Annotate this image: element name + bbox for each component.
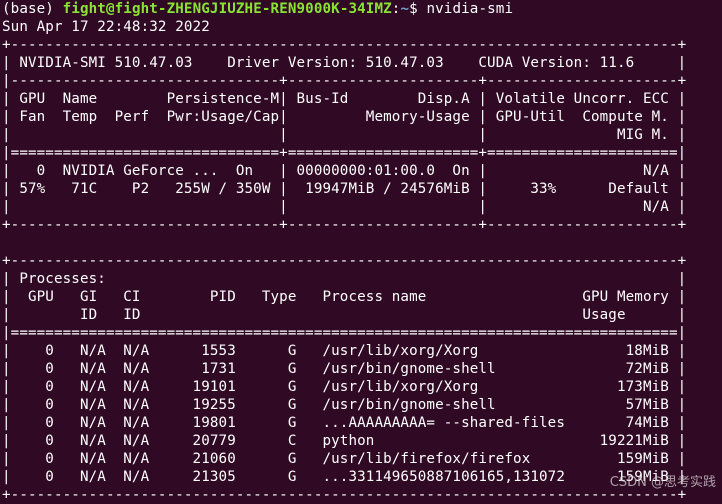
output-line: | 0 N/A N/A 19255 G /usr/bin/gnome-shell… (2, 397, 687, 413)
output-line: | | | N/A | (2, 199, 687, 215)
output-line: | 0 N/A N/A 1731 G /usr/bin/gnome-shell … (2, 361, 687, 377)
output-line: +---------------------------------------… (2, 37, 687, 53)
output-line: | 0 N/A N/A 21060 G /usr/lib/firefox/fir… (2, 451, 687, 467)
output-line: | 0 N/A N/A 1553 G /usr/lib/xorg/Xorg 18… (2, 343, 687, 359)
output-line: | | | MIG M. | (2, 127, 687, 143)
output-line: | 0 N/A N/A 19101 G /usr/lib/xorg/Xorg 1… (2, 379, 687, 395)
terminal-window[interactable]: (base) fight@fight-ZHENGJIUZHE-REN9000K-… (0, 0, 722, 503)
output-line: |=======================================… (2, 325, 687, 341)
output-line: | Fan Temp Perf Pwr:Usage/Cap| Memory-Us… (2, 109, 687, 125)
output-line: | 57% 71C P2 255W / 350W | 19947MiB / 24… (2, 181, 687, 197)
output-line: | 0 N/A N/A 21305 G ...33114965088710616… (2, 469, 687, 485)
output-line: +---------------------------------------… (2, 253, 687, 269)
prompt-dollar: $ (409, 1, 418, 17)
user-host: fight@fight-ZHENGJIUZHE-REN9000K-34IMZ (62, 1, 392, 17)
output-line: | 0 NVIDIA GeForce ... On | 00000000:01:… (2, 163, 687, 179)
output-line: +---------------------------------------… (2, 487, 687, 503)
output-line: | GPU GI CI PID Type Process name GPU Me… (2, 289, 687, 305)
prompt-line: (base) fight@fight-ZHENGJIUZHE-REN9000K-… (2, 0, 513, 18)
output-line: | GPU Name Persistence-M| Bus-Id Disp.A … (2, 91, 687, 107)
output-line: +-------------------------------+-------… (2, 217, 687, 233)
csdn-watermark: CSDN @思考实践 (609, 475, 716, 490)
output-line: |-------------------------------+-------… (2, 73, 687, 89)
current-directory: ~ (400, 1, 410, 17)
timestamp-line: Sun Apr 17 22:48:32 2022 (2, 19, 210, 35)
command-text: nvidia-smi (426, 1, 514, 17)
conda-env-label: (base) (2, 1, 54, 17)
output-line: | Processes: | (2, 271, 687, 287)
output-line: | 0 N/A N/A 20779 C python 19221MiB | (2, 433, 687, 449)
output-line: |===============================+=======… (2, 145, 687, 161)
output-line: | ID ID Usage | (2, 307, 687, 323)
output-line: | 0 N/A N/A 19801 G ...AAAAAAAAA= --shar… (2, 415, 687, 431)
output-line: | NVIDIA-SMI 510.47.03 Driver Version: 5… (2, 55, 687, 71)
